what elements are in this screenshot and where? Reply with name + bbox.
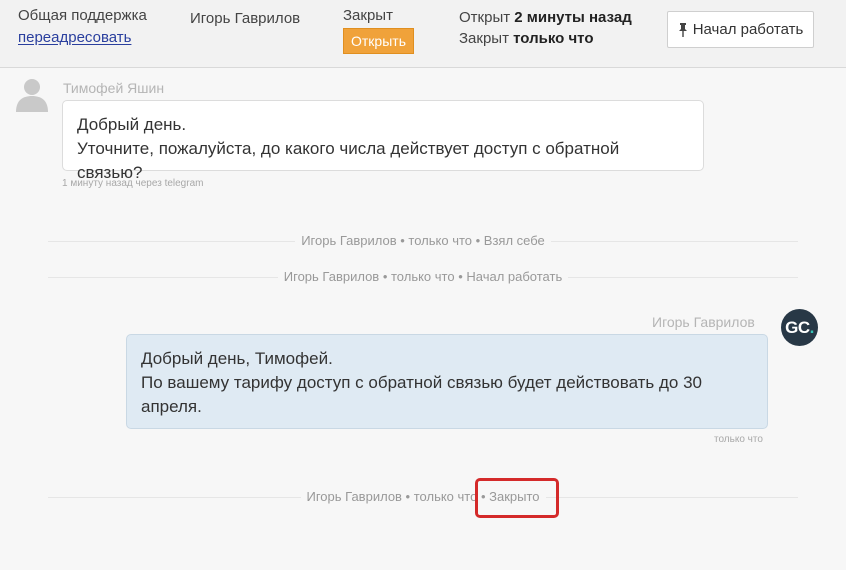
closed-prefix: Закрыт <box>459 30 509 47</box>
event-prefix: Игорь Гаврилов • только что <box>306 489 478 504</box>
agent-message: Добрый день, Тимофей. По вашему тарифу д… <box>126 334 768 429</box>
message-line: По вашему тарифу доступ с обратной связь… <box>141 373 703 392</box>
assignee-name[interactable]: Игорь Гаврилов <box>190 10 300 27</box>
message-author: Игорь Гаврилов <box>652 314 755 330</box>
forward-link[interactable]: переадресовать <box>18 29 131 46</box>
message-meta: только что <box>714 434 763 445</box>
message-line: Добрый день, Тимофей. <box>141 349 333 368</box>
open-button[interactable]: Открыть <box>343 28 414 54</box>
status-label: Закрыт <box>343 7 393 24</box>
avatar-initials: GC <box>785 317 810 337</box>
message-line: Добрый день. <box>77 115 187 134</box>
message-line: апреля. <box>141 397 202 416</box>
message-author: Тимофей Яшин <box>63 80 165 96</box>
highlight-box <box>475 478 559 518</box>
event-text: Игорь Гаврилов • только что • Начал рабо… <box>277 269 569 284</box>
event-item: Игорь Гаврилов • только что • Закрыто <box>0 489 846 504</box>
ticket-header: Общая поддержка переадресовать Игорь Гав… <box>0 0 846 68</box>
start-work-label: Начал работать <box>692 21 804 38</box>
event-item: Игорь Гаврилов • только что • Начал рабо… <box>0 269 846 284</box>
ticket-times: Открыт 2 минуты назад Закрыт только что <box>459 7 632 49</box>
message-meta: 1 минуту назад через telegram <box>62 178 204 189</box>
event-item: Игорь Гаврилов • только что • Взял себе <box>0 233 846 248</box>
agent-avatar: GC. <box>781 309 818 346</box>
opened-prefix: Открыт <box>459 9 511 26</box>
start-work-button[interactable]: Начал работать <box>667 11 814 48</box>
client-message: Добрый день. Уточните, пожалуйста, до ка… <box>62 100 704 182</box>
opened-value: 2 минуты назад <box>514 9 632 26</box>
event-text: Игорь Гаврилов • только что • Взял себе <box>295 233 551 248</box>
avatar-dot: . <box>809 317 815 337</box>
pushpin-icon <box>678 22 688 37</box>
closed-value: только что <box>513 30 594 47</box>
user-silhouette-icon <box>15 76 49 112</box>
queue-label: Общая поддержка <box>18 7 147 24</box>
